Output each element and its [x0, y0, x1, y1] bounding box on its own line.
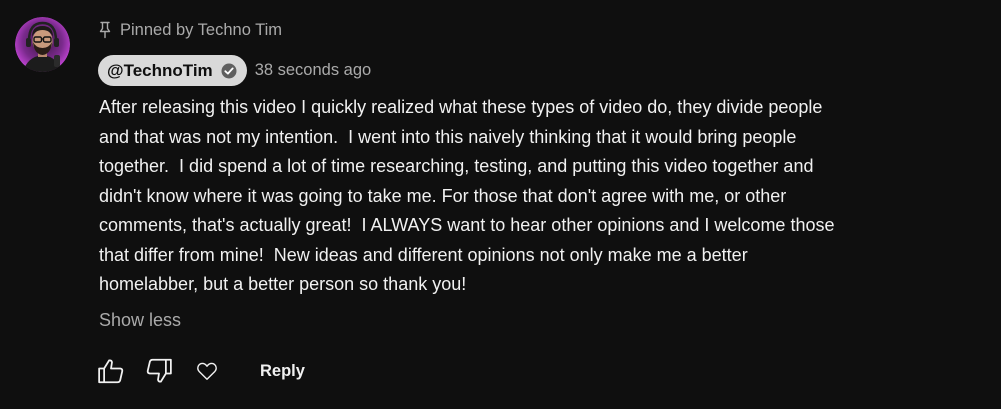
verified-check-icon [221, 63, 237, 79]
heart-icon[interactable] [192, 356, 222, 386]
pinned-label: Pinned by Techno Tim [120, 20, 283, 39]
author-name: @TechnoTim [107, 60, 213, 80]
reply-button[interactable]: Reply [260, 362, 305, 381]
pinned-comment: Pinned by Techno Tim @TechnoTim 38 secon… [0, 0, 1001, 409]
avatar[interactable] [15, 17, 70, 72]
comment-text: After releasing this video I quickly rea… [99, 97, 835, 294]
comment-actions: Reply [96, 356, 305, 386]
comment-timestamp[interactable]: 38 seconds ago [255, 61, 372, 80]
thumbs-up-icon[interactable] [96, 356, 126, 386]
thumbs-down-icon[interactable] [144, 356, 174, 386]
pin-icon [98, 21, 112, 39]
show-less-button[interactable]: Show less [99, 310, 181, 331]
comment-header: @TechnoTim 38 seconds ago [98, 55, 371, 86]
author-name-chip[interactable]: @TechnoTim [98, 55, 247, 86]
pinned-indicator: Pinned by Techno Tim [98, 19, 282, 41]
